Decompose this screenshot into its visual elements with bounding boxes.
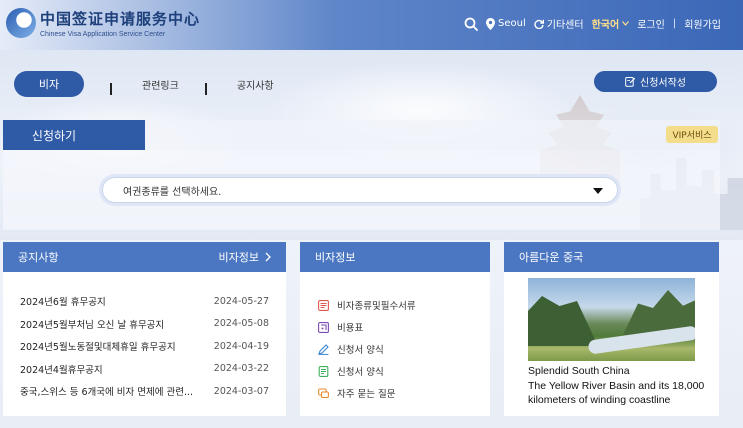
visa-info-item-faq[interactable]: 자주 묻는 질문 [318, 382, 472, 404]
logo-text: 中国签证申请服务中心 Chinese Visa Application Serv… [40, 8, 200, 38]
other-center-label: 기타센터 [546, 20, 584, 31]
landscape-photo[interactable] [528, 278, 695, 361]
beautiful-china-panel-header: 아름다운 중국 [504, 242, 719, 272]
logo-chinese-name: 中国签证申请服务中心 [40, 10, 201, 28]
document-list-icon [318, 299, 329, 311]
nav-divider [204, 83, 207, 95]
visa-info-panel-header: 비자정보 [300, 242, 490, 272]
notice-panel-title: 공지사항 [18, 251, 59, 264]
notice-date: 2024-05-08 [213, 318, 269, 330]
header-utility-bar: Seoul 기타센터 한국어 로그인 | 회원가입 [464, 16, 721, 31]
form-document-icon [318, 365, 329, 377]
signup-link[interactable]: 회원가입 [684, 16, 721, 31]
notice-date: 2024-04-19 [213, 340, 269, 352]
language-selector[interactable]: 한국어 [592, 16, 630, 31]
visa-info-item-label: 비자종류및필수서류 [337, 301, 416, 312]
nav-tab-visa[interactable]: 비자 [14, 71, 84, 97]
dropdown-caret-icon [593, 188, 603, 194]
notice-date: 2024-03-07 [213, 385, 269, 397]
visa-info-list: 비자종류및필수서류 비용표 신청서 양식 신청서 양식 자주 묻는 질문 [300, 272, 490, 404]
photo-hill [528, 296, 598, 346]
passport-type-select[interactable]: 여권종류를 선택하세요. [102, 177, 618, 203]
notice-title[interactable]: 2024년5월부처님 오신 날 휴무공지 [20, 317, 164, 331]
notice-row[interactable]: 2024년5월노동절및대체휴일 휴무공지 2024-04-19 [20, 335, 269, 358]
visa-info-item-label: 신청서 양식 [337, 345, 384, 356]
visa-info-panel: 비자정보 비자종류및필수서류 비용표 신청서 양식 신청서 양식 자주 묻는 질… [300, 242, 490, 416]
language-label: 한국어 [591, 20, 620, 31]
photo-caption[interactable]: Splendid South China The Yellow River Ba… [528, 364, 708, 408]
notice-title[interactable]: 2024년4월휴무공지 [20, 362, 103, 376]
photo-caption-text: The Yellow River Basin and its 18,000 ki… [528, 379, 705, 407]
visa-info-more-label: 비자정보 [218, 251, 259, 264]
chevron-down-icon [622, 21, 630, 26]
chevron-right-icon [265, 252, 271, 262]
refresh-icon [534, 19, 544, 29]
passport-type-placeholder: 여권종류를 선택하세요. [123, 186, 222, 198]
pencil-edit-icon [318, 343, 329, 355]
photo-caption-title: Splendid South China [528, 365, 630, 377]
site-header: 中国签证申请服务中心 Chinese Visa Application Serv… [0, 0, 743, 50]
notice-date: 2024-05-27 [213, 295, 269, 307]
nav-tab-notices[interactable]: 공지사항 [237, 77, 274, 92]
beautiful-china-panel: 아름다운 중국 Splendid South China The Yellow … [504, 242, 719, 416]
login-link[interactable]: 로그인 [637, 16, 665, 31]
nav-tab-related-links[interactable]: 관련링크 [142, 77, 179, 92]
faq-chat-icon [318, 387, 329, 399]
main-nav: 비자 관련링크 공지사항 [14, 71, 274, 97]
visa-info-more-link[interactable]: 비자정보 [219, 249, 271, 265]
notice-title[interactable]: 2024년6월 휴무공지 [20, 294, 106, 308]
apply-form-label: 신청서작성 [640, 78, 686, 89]
vip-service-button[interactable]: VIP서비스 [666, 126, 718, 143]
location-label: Seoul [498, 18, 526, 29]
search-icon[interactable] [464, 17, 478, 31]
apply-tab-label: 신청하기 [31, 128, 77, 143]
nav-divider [110, 83, 112, 95]
logo-emblem-icon [6, 8, 36, 38]
beautiful-china-panel-title: 아름다운 중국 [519, 251, 584, 264]
location-pin-icon [486, 17, 496, 30]
header-separator: | [672, 18, 677, 29]
visa-info-item-form-b[interactable]: 신청서 양식 [318, 360, 472, 382]
visa-info-item-form-a[interactable]: 신청서 양식 [318, 338, 472, 360]
visa-info-item-documents[interactable]: 비자종류및필수서류 [318, 294, 472, 316]
visa-info-item-label: 자주 묻는 질문 [337, 389, 396, 400]
visa-info-panel-title: 비자정보 [315, 251, 356, 264]
notice-title[interactable]: 2024년5월노동절및대체휴일 휴무공지 [20, 339, 176, 353]
notice-list: 2024년6월 휴무공지 2024-05-27 2024년5월부처님 오신 날 … [3, 272, 286, 403]
notice-date: 2024-03-22 [213, 363, 269, 375]
visa-info-item-label: 비용표 [337, 323, 364, 334]
visa-info-item-fees[interactable]: 비용표 [318, 316, 472, 338]
apply-form-button[interactable]: 신청서작성 [594, 71, 717, 92]
notice-panel-header: 공지사항 비자정보 [3, 242, 286, 272]
apply-tab[interactable]: 신청하기 [3, 120, 145, 150]
form-edit-icon [625, 76, 636, 87]
notice-row[interactable]: 2024년5월부처님 오신 날 휴무공지 2024-05-08 [20, 313, 269, 336]
apply-tab-strip [145, 120, 720, 150]
logo-english-name: Chinese Visa Application Service Center [40, 31, 166, 38]
notice-panel: 공지사항 비자정보 2024년6월 휴무공지 2024-05-27 2024년5… [3, 242, 286, 416]
notice-row[interactable]: 2024년6월 휴무공지 2024-05-27 [20, 290, 269, 313]
price-tag-icon [318, 321, 329, 333]
site-logo[interactable]: 中国签证申请服务中心 Chinese Visa Application Serv… [6, 8, 200, 38]
notice-row[interactable]: 2024년4월휴무공지 2024-03-22 [20, 358, 269, 381]
other-center-link[interactable]: 기타센터 [534, 16, 584, 31]
notice-row[interactable]: 중국,스위스 등 6개국에 비자 면제에 관련... 2024-03-07 [20, 380, 269, 403]
location-selector[interactable]: Seoul [486, 17, 526, 30]
visa-info-item-label: 신청서 양식 [337, 367, 384, 378]
notice-title[interactable]: 중국,스위스 등 6개국에 비자 면제에 관련... [20, 384, 193, 398]
